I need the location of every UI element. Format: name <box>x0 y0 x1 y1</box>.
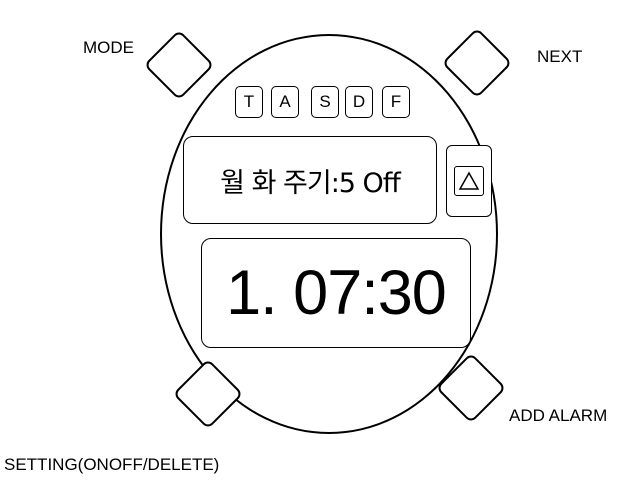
add-alarm-label: ADD ALARM <box>509 406 608 425</box>
mode-button[interactable] <box>143 29 215 101</box>
key-s-button[interactable]: S <box>311 86 339 118</box>
next-button[interactable] <box>441 27 513 99</box>
key-d-button[interactable]: D <box>345 86 373 118</box>
setting-label: SETTING(ONOFF/DELETE) <box>4 455 220 474</box>
key-a-button[interactable]: A <box>271 86 299 118</box>
mode-label: MODE <box>83 38 134 57</box>
time-display: 1. 07:30 <box>201 238 471 348</box>
time-text: 1. 07:30 <box>226 258 447 328</box>
alarm-info-display: 월 화 주기:5 Off <box>183 136 437 224</box>
up-triangle-icon <box>454 166 484 196</box>
up-button[interactable] <box>446 145 492 217</box>
alarm-info-text: 월 화 주기:5 Off <box>220 167 401 199</box>
next-label: NEXT <box>537 47 583 66</box>
key-t-button[interactable]: T <box>235 86 263 118</box>
key-f-button[interactable]: F <box>382 86 410 118</box>
